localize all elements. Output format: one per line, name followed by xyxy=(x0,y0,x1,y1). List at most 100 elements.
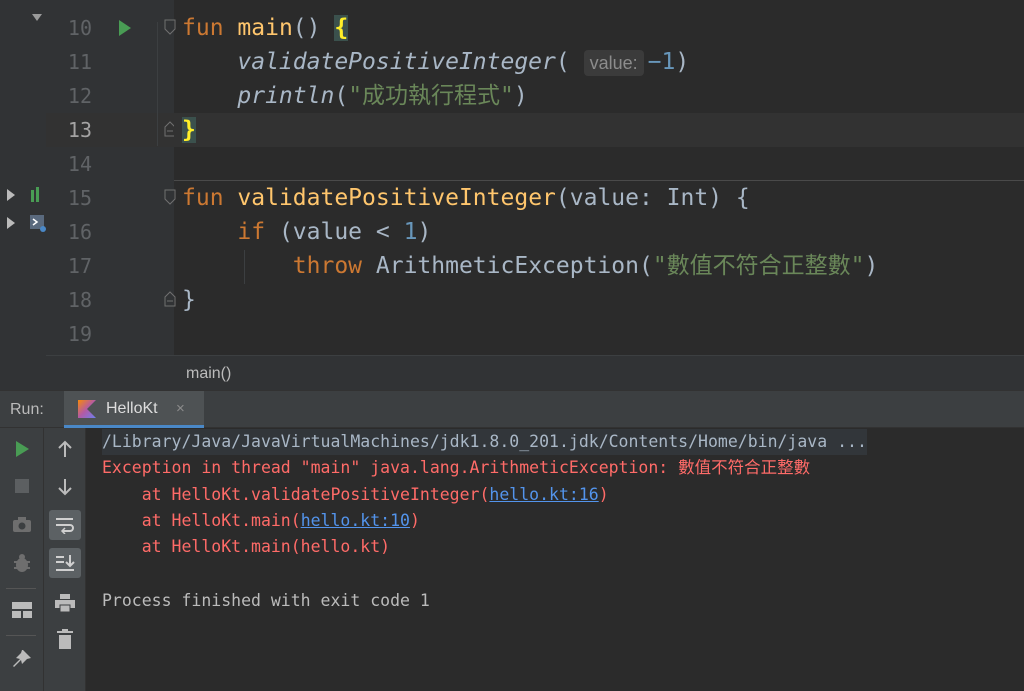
matched-brace: { xyxy=(334,15,349,41)
console-icon[interactable] xyxy=(30,214,46,232)
layout-button[interactable] xyxy=(6,595,38,625)
toolbar-separator xyxy=(6,588,36,589)
run-tab-label: HelloKt xyxy=(106,400,158,417)
run-tab-hellokt[interactable]: HelloKt × xyxy=(64,391,204,428)
stack-trace-text: at HelloKt.main( xyxy=(102,511,301,530)
gutter-row: 19 xyxy=(46,317,174,351)
gutter-row: 11 xyxy=(46,45,174,79)
keyword: fun xyxy=(182,185,224,211)
run-icon xyxy=(16,441,29,457)
line-number: 11 xyxy=(67,50,92,74)
code-text: (value: Int) { xyxy=(555,185,750,211)
collapse-arrow-icon[interactable] xyxy=(32,12,42,22)
expand-arrow-icon[interactable] xyxy=(6,189,16,201)
line-number: 12 xyxy=(67,84,92,108)
trash-icon xyxy=(57,629,73,649)
number-literal: − xyxy=(647,49,662,75)
scroll-to-end-icon xyxy=(56,555,75,571)
rerun-button[interactable] xyxy=(6,434,38,464)
console-output[interactable]: /Library/Java/JavaVirtualMachines/jdk1.8… xyxy=(86,428,1024,691)
code-line[interactable]: throw ArithmeticException("數值不符合正整數") xyxy=(174,249,1024,283)
breadcrumb[interactable]: main() xyxy=(186,356,231,391)
code-text: } xyxy=(182,287,196,313)
function-call: println xyxy=(237,83,335,109)
gutter-row: 17 xyxy=(46,249,174,283)
next-occurrence-button[interactable] xyxy=(49,472,81,502)
print-button[interactable] xyxy=(49,588,81,618)
code-line[interactable]: } xyxy=(174,283,1024,317)
stack-trace-text: at HelloKt.validatePositiveInteger( xyxy=(102,485,490,504)
code-line[interactable]: fun main() { xyxy=(174,11,1024,45)
arrow-down-icon xyxy=(58,479,72,496)
matched-brace: } xyxy=(182,117,196,143)
line-number: 18 xyxy=(67,288,92,312)
close-icon[interactable]: × xyxy=(176,391,185,426)
camera-icon xyxy=(13,517,31,532)
keyword: throw xyxy=(292,253,363,279)
line-number: 10 xyxy=(67,16,92,40)
run-tool-window-header: Run: HelloKt × xyxy=(0,390,1024,428)
stop-button[interactable] xyxy=(6,471,38,501)
gutter-row: 12 xyxy=(46,79,174,113)
code-line[interactable]: println("成功執行程式") xyxy=(174,79,1024,113)
previous-occurrence-button[interactable] xyxy=(49,434,81,464)
debug-button[interactable] xyxy=(6,548,38,578)
source-link[interactable]: hello.kt:10 xyxy=(301,511,410,530)
run-toolbar-left xyxy=(0,428,44,691)
code-line[interactable]: fun validatePositiveInteger(value: Int) … xyxy=(174,181,1024,215)
parameter-hint: value: xyxy=(583,49,644,76)
line-number: 15 xyxy=(67,186,92,210)
code-text: ) xyxy=(864,253,879,279)
expand-arrow-icon[interactable] xyxy=(6,217,16,229)
clear-all-button[interactable] xyxy=(49,624,81,654)
code-text: () xyxy=(292,15,335,41)
code-line-current[interactable]: } xyxy=(174,113,1024,147)
string-literal: "成功執行程式" xyxy=(348,83,514,109)
gutter-row: 14 xyxy=(46,147,174,181)
console-command-line[interactable]: /Library/Java/JavaVirtualMachines/jdk1.8… xyxy=(102,429,867,455)
gutter-row: 16 xyxy=(46,215,174,249)
code-editor[interactable]: fun main() { validatePositiveInteger( va… xyxy=(157,0,1024,355)
source-link[interactable]: hello.kt:16 xyxy=(489,485,598,504)
method-separator xyxy=(174,180,1024,181)
gutter-row: 10 xyxy=(46,11,176,45)
pin-tab-button[interactable] xyxy=(6,644,38,674)
bar-chart-icon[interactable] xyxy=(30,187,44,203)
code-text: ArithmeticException( xyxy=(362,253,653,279)
run-gutter-icon[interactable] xyxy=(119,20,131,36)
toolbar-separator xyxy=(6,635,36,636)
function-name: validatePositiveInteger xyxy=(237,185,556,211)
line-number: 16 xyxy=(67,220,92,244)
process-exit-line: Process finished with exit code 1 xyxy=(102,591,430,610)
layout-icon xyxy=(12,602,32,618)
soft-wrap-button[interactable] xyxy=(49,510,81,540)
stack-trace-line: at HelloKt.validatePositiveInteger(hello… xyxy=(102,482,609,508)
code-line[interactable]: validatePositiveInteger( value: −1) xyxy=(174,45,1024,79)
gutter-row: 18 xyxy=(46,283,176,317)
left-tool-strip xyxy=(0,0,46,390)
code-line[interactable]: if (value < 1) xyxy=(174,215,1024,249)
stack-trace-line: at HelloKt.main(hello.kt:10) xyxy=(102,508,420,534)
scroll-to-end-button[interactable] xyxy=(49,548,81,578)
number-literal: 1 xyxy=(403,219,418,245)
keyword: if xyxy=(237,219,266,245)
run-toolbar-right xyxy=(44,428,86,691)
code-text: ) xyxy=(675,49,690,75)
string-literal: "數值不符合正整數" xyxy=(652,253,865,279)
code-line[interactable] xyxy=(174,317,1024,351)
indent-guide xyxy=(157,22,158,146)
function-name: main xyxy=(237,15,293,41)
line-number: 13 xyxy=(67,118,92,142)
code-text: (value < xyxy=(265,219,404,245)
function-call: validatePositiveInteger xyxy=(237,49,556,75)
print-icon xyxy=(55,594,75,612)
soft-wrap-icon xyxy=(56,518,74,534)
code-text: ( xyxy=(334,83,349,109)
pin-icon xyxy=(13,650,31,667)
keyword: fun xyxy=(182,15,224,41)
run-label: Run: xyxy=(10,401,44,418)
stack-trace-line: at HelloKt.main(hello.kt) xyxy=(102,534,390,560)
gutter-row: 15 xyxy=(46,181,176,215)
code-line[interactable] xyxy=(174,147,1024,181)
dump-threads-button[interactable] xyxy=(6,510,38,540)
